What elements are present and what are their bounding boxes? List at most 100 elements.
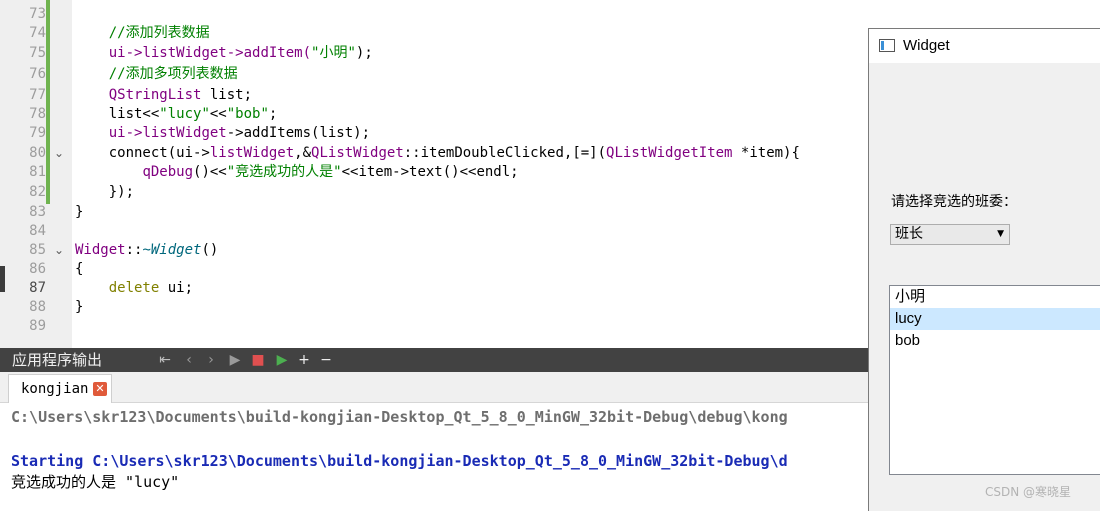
- code-line: list<<"lucy"<<"bob";: [75, 105, 278, 124]
- code-token: ,&: [294, 145, 312, 161]
- code-string: "lucy": [159, 106, 210, 122]
- code-token: }: [75, 299, 84, 315]
- code-comment: //添加多项列表数据: [108, 66, 238, 82]
- line-number: 77: [29, 87, 46, 103]
- code-token: ->addItem(: [226, 45, 312, 61]
- line-number: 81: [29, 164, 46, 180]
- code-line: //添加列表数据: [75, 24, 210, 43]
- line-number: 78: [29, 106, 46, 122]
- code-line: delete ui;: [75, 279, 193, 298]
- modified-lines-marker: [46, 0, 50, 204]
- zoom-in-icon[interactable]: +: [295, 348, 313, 372]
- attach-icon[interactable]: ⇤: [156, 348, 174, 372]
- run-icon[interactable]: ▶: [226, 348, 244, 372]
- code-token: listWidget: [142, 125, 227, 141]
- code-token: ui;: [159, 280, 194, 296]
- output-pane-title: 应用程序输出: [12, 351, 103, 369]
- stop-icon[interactable]: ■: [249, 348, 267, 372]
- code-area[interactable]: //添加列表数据 ui->listWidget->addItem("小明"); …: [75, 0, 870, 348]
- debug-run-icon[interactable]: ▶: [273, 348, 291, 372]
- code-token: {: [75, 261, 84, 277]
- code-line: //添加多项列表数据: [75, 65, 238, 84]
- code-function: ~Widget: [142, 242, 202, 258]
- code-function: qDebug: [142, 164, 194, 180]
- candidate-list[interactable]: 小明 lucy bob: [889, 285, 1100, 475]
- code-line: Widget::~Widget(): [75, 241, 218, 260]
- code-comment: //添加列表数据: [108, 25, 210, 41]
- code-token: });: [108, 184, 135, 200]
- tab-kongjian[interactable]: kongjian ✕: [8, 374, 112, 403]
- code-token: <<: [209, 106, 227, 122]
- line-number: 89: [29, 318, 46, 334]
- code-type: Widget: [75, 242, 126, 258]
- widget-window: Widget 请选择竞选的班委： 班长 ▼ 小明 lucy bob CSDN @…: [868, 28, 1100, 511]
- code-token: ui->: [108, 45, 143, 61]
- code-line: });: [75, 183, 134, 202]
- line-number: 75: [29, 45, 46, 61]
- code-token: ui->: [108, 125, 143, 141]
- zoom-out-icon[interactable]: −: [317, 348, 335, 372]
- line-number: 74: [29, 25, 46, 41]
- code-line: {: [75, 260, 83, 279]
- window-app-icon: [879, 39, 895, 52]
- code-token: );: [355, 45, 373, 61]
- combobox-value: 班长: [895, 226, 923, 242]
- tab-label: kongjian: [21, 381, 89, 397]
- code-token: <<item->text()<<endl;: [341, 164, 519, 180]
- code-token: list<<: [108, 106, 160, 122]
- line-number: 73: [29, 6, 46, 22]
- code-token: (): [201, 242, 219, 258]
- committee-combobox[interactable]: 班长 ▼: [890, 224, 1010, 245]
- code-line: }: [75, 298, 83, 317]
- line-number: 85: [29, 242, 46, 258]
- dropdown-arrow-icon[interactable]: ▼: [997, 225, 1004, 244]
- output-line: Starting C:\Users\skr123\Documents\build…: [11, 452, 788, 470]
- current-line-marker: [0, 266, 5, 292]
- code-token: *item){: [732, 145, 800, 161]
- code-token: ::itemDoubleClicked,[=](: [403, 145, 607, 161]
- code-token: listWidget: [142, 45, 227, 61]
- code-string: "竞选成功的人是": [226, 164, 342, 180]
- line-number: 79: [29, 125, 46, 141]
- code-token: ->addItems(list);: [226, 125, 371, 141]
- next-icon[interactable]: ›: [202, 348, 220, 372]
- fold-chevron-icon[interactable]: ⌄: [52, 144, 66, 163]
- line-number-gutter: 73 74 75 76 77 78 79 80 81 82 83 84 85 8…: [0, 0, 72, 348]
- code-type: QListWidgetItem: [606, 145, 733, 161]
- list-item[interactable]: 小明: [890, 286, 1100, 308]
- line-number: 86: [29, 261, 46, 277]
- code-line: QStringList list;: [75, 86, 252, 105]
- fold-chevron-icon[interactable]: ⌄: [52, 241, 66, 260]
- previous-icon[interactable]: ‹: [180, 348, 198, 372]
- code-token: }: [75, 204, 84, 220]
- code-token: list;: [201, 87, 253, 103]
- line-number: 84: [29, 223, 46, 239]
- list-item-selected[interactable]: lucy: [890, 308, 1100, 330]
- code-keyword: delete: [108, 280, 160, 296]
- code-line: ui->listWidget->addItem("小明");: [75, 44, 373, 63]
- code-token: ::: [125, 242, 143, 258]
- code-line: ui->listWidget->addItems(list);: [75, 124, 370, 143]
- code-string: "小明": [311, 45, 356, 61]
- code-token: ;: [268, 106, 278, 122]
- line-number: 80: [29, 145, 46, 161]
- window-titlebar[interactable]: Widget: [869, 29, 1100, 63]
- line-number: 76: [29, 66, 46, 82]
- output-console[interactable]: C:\Users\skr123\Documents\build-kongjian…: [0, 403, 870, 510]
- code-editor[interactable]: 73 74 75 76 77 78 79 80 81 82 83 84 85 8…: [0, 0, 870, 348]
- output-line: 竞选成功的人是 "lucy": [11, 473, 180, 491]
- output-line: C:\Users\skr123\Documents\build-kongjian…: [11, 408, 788, 426]
- code-type: QStringList: [108, 87, 202, 103]
- close-icon[interactable]: ✕: [93, 382, 107, 396]
- code-line: connect(ui->listWidget,&QListWidget::ite…: [75, 144, 800, 163]
- list-item[interactable]: bob: [890, 330, 1100, 352]
- code-string: "bob": [226, 106, 269, 122]
- code-token: listWidget: [209, 145, 295, 161]
- output-tab-bar: kongjian ✕: [0, 372, 870, 403]
- line-number: 82: [29, 184, 46, 200]
- code-line: }: [75, 203, 83, 222]
- code-line: qDebug()<<"竞选成功的人是"<<item->text()<<endl;: [75, 163, 519, 182]
- code-type: QListWidget: [311, 145, 404, 161]
- code-token: ()<<: [193, 164, 227, 180]
- watermark: CSDN @寒晓星: [985, 485, 1072, 499]
